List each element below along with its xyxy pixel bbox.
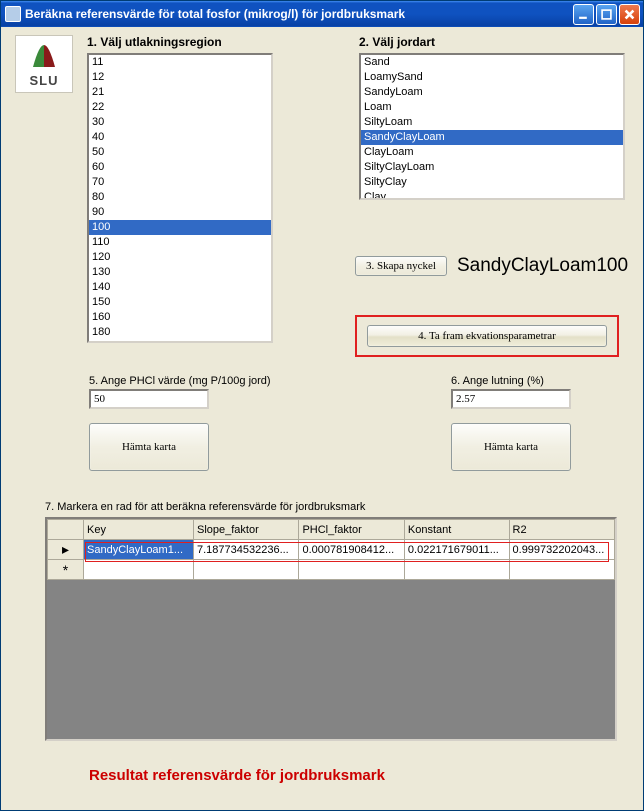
phcl-map-button[interactable]: Hämta karta [89,423,209,471]
soil-item[interactable]: SiltyLoam [361,115,623,130]
soil-item[interactable]: SandyLoam [361,85,623,100]
slu-logo: SLU [15,35,73,93]
result-label: Resultat referensvärde för jordbruksmark [89,767,385,784]
col-konst[interactable]: Konstant [404,520,509,540]
step2-label: 2. Välj jordart [359,35,625,49]
slope-input[interactable] [451,389,571,409]
region-item[interactable]: 110 [89,235,271,250]
logo-text: SLU [30,73,59,88]
step5-label: 5. Ange PHCl värde (mg P/100g jord) [89,375,271,387]
step4-frame: 4. Ta fram ekvationsparametrar [355,315,619,357]
region-item[interactable]: 21 [89,85,271,100]
region-item[interactable]: 180 [89,325,271,340]
create-key-button[interactable]: 3. Skapa nyckel [355,256,447,276]
soil-item[interactable]: SandyClayLoam [361,130,623,145]
soil-item[interactable]: SiltyClay [361,175,623,190]
region-item[interactable]: 140 [89,280,271,295]
soil-item[interactable]: Sand [361,55,623,70]
soil-item[interactable]: Loam [361,100,623,115]
region-item[interactable]: 120 [89,250,271,265]
key-display: SandyClayLoam100 [457,255,628,277]
step1-label: 1. Välj utlakningsregion [87,35,273,49]
cell-phcl[interactable]: 0.000781908412... [299,540,404,560]
cell-slope[interactable]: 7.187734532236... [193,540,298,560]
app-window: Beräkna referensvärde för total fosfor (… [0,0,644,811]
title-bar: Beräkna referensvärde för total fosfor (… [1,1,643,27]
region-item[interactable]: 130 [89,265,271,280]
soil-item[interactable]: LoamySand [361,70,623,85]
window-icon [5,6,21,22]
grid-corner [48,520,84,540]
minimize-button[interactable] [573,4,594,25]
region-listbox[interactable]: 1112212230405060708090100110120130140150… [87,53,273,343]
cell-key[interactable]: SandyClayLoam1... [84,540,194,560]
client-area: SLU 1. Välj utlakningsregion 11122122304… [1,27,643,810]
region-item[interactable]: 22 [89,100,271,115]
soil-listbox[interactable]: SandLoamySandSandyLoamLoamSiltyLoamSandy… [359,53,625,200]
step6-label: 6. Ange lutning (%) [451,375,571,387]
table-row[interactable]: ▸ SandyClayLoam1... 7.187734532236... 0.… [48,540,615,560]
col-key[interactable]: Key [84,520,194,540]
fetch-params-button[interactable]: 4. Ta fram ekvationsparametrar [367,325,607,347]
table-new-row[interactable]: * [48,560,615,580]
soil-item[interactable]: ClayLoam [361,145,623,160]
region-item[interactable]: 11 [89,55,271,70]
col-slope[interactable]: Slope_faktor [193,520,298,540]
col-r2[interactable]: R2 [509,520,614,540]
close-button[interactable] [619,4,640,25]
region-item[interactable]: 90 [89,205,271,220]
region-item[interactable]: 80 [89,190,271,205]
slope-map-button[interactable]: Hämta karta [451,423,571,471]
region-item[interactable]: 40 [89,130,271,145]
cell-r2[interactable]: 0.999732202043... [509,540,614,560]
phcl-input[interactable] [89,389,209,409]
row-indicator-icon: ▸ [48,540,84,560]
region-item[interactable]: 160 [89,310,271,325]
soil-item[interactable]: SiltyClayLoam [361,160,623,175]
maximize-button[interactable] [596,4,617,25]
soil-item[interactable]: Clay [361,190,623,200]
region-item[interactable]: 150 [89,295,271,310]
col-phcl[interactable]: PHCl_faktor [299,520,404,540]
region-item[interactable]: 100 [89,220,271,235]
region-item[interactable]: 30 [89,115,271,130]
region-item[interactable]: 12 [89,70,271,85]
step7-label: 7. Markera en rad för att beräkna refere… [45,501,365,513]
params-grid[interactable]: Key Slope_faktor PHCl_faktor Konstant R2… [45,517,617,741]
region-item[interactable]: 60 [89,160,271,175]
new-row-icon: * [48,560,84,580]
window-title: Beräkna referensvärde för total fosfor (… [25,7,573,21]
cell-konst[interactable]: 0.022171679011... [404,540,509,560]
region-item[interactable]: 70 [89,175,271,190]
region-item[interactable]: 50 [89,145,271,160]
